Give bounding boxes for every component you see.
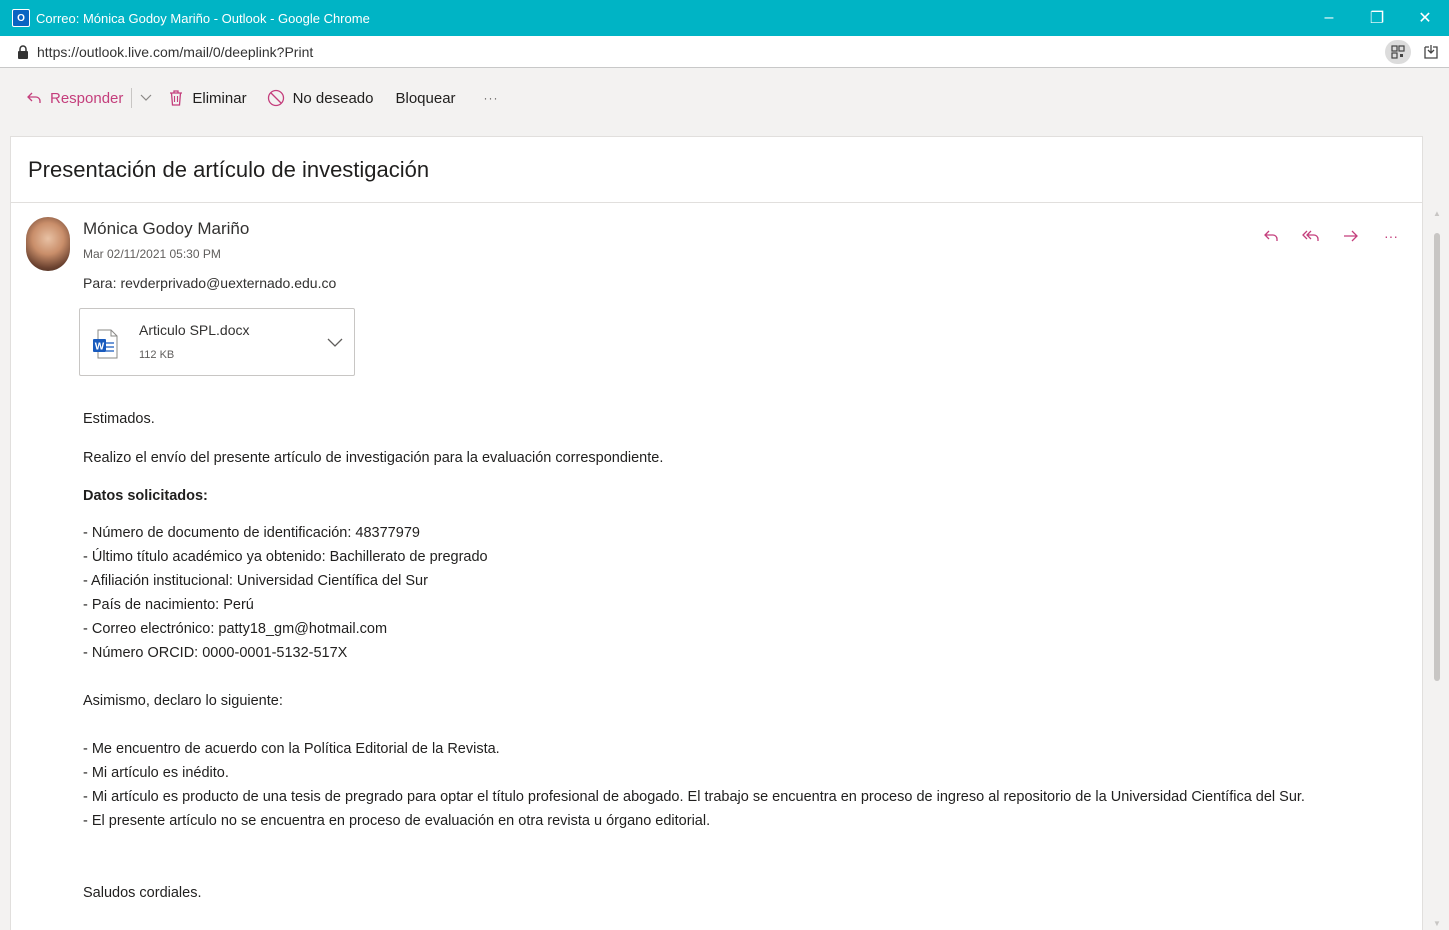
lock-icon <box>17 44 29 59</box>
window-title: Correo: Mónica Godoy Mariño - Outlook - … <box>36 10 370 26</box>
command-bar: Responder Eliminar No deseado Bloquear ·… <box>0 69 1449 127</box>
word-file-icon: W <box>92 329 118 359</box>
svg-text:W: W <box>95 342 105 353</box>
scroll-down-icon[interactable]: ▼ <box>1433 919 1441 928</box>
data-item: - Número ORCID: 0000-0001-5132-517X <box>83 645 348 661</box>
window-controls: – ❐ ✕ <box>1305 0 1449 36</box>
declare-item: - Mi artículo es producto de una tesis d… <box>83 789 1305 805</box>
scrollbar[interactable]: ▲ ▼ <box>1430 205 1444 930</box>
message-card: Presentación de artículo de investigació… <box>10 136 1423 930</box>
greeting-text: Estimados. <box>83 411 155 427</box>
sender-name[interactable]: Mónica Godoy Mariño <box>83 219 249 239</box>
data-heading: Datos solicitados: <box>83 488 208 504</box>
message-actions: ··· <box>1260 225 1402 247</box>
delete-label: Eliminar <box>192 89 247 107</box>
qr-code-icon[interactable] <box>1385 40 1411 64</box>
attachment-name: Articulo SPL.docx <box>139 322 250 338</box>
declare-item: - Mi artículo es inédito. <box>83 765 229 781</box>
intro-text: Realizo el envío del presente artículo d… <box>83 450 664 466</box>
scroll-up-icon[interactable]: ▲ <box>1433 209 1441 218</box>
url-text[interactable]: https://outlook.live.com/mail/0/deeplink… <box>37 44 313 60</box>
data-item: - País de nacimiento: Perú <box>83 597 254 613</box>
data-item: - Número de documento de identificación:… <box>83 525 420 541</box>
close-button[interactable]: ✕ <box>1401 0 1449 36</box>
to-label: Para: <box>83 275 117 291</box>
reply-button[interactable]: Responder <box>26 90 123 107</box>
install-app-icon[interactable] <box>1421 42 1441 62</box>
junk-button[interactable]: No deseado <box>267 89 374 107</box>
block-label: Bloquear <box>395 89 456 107</box>
message-date: Mar 02/11/2021 05:30 PM <box>83 247 221 261</box>
sender-avatar[interactable] <box>26 217 70 271</box>
address-bar: https://outlook.live.com/mail/0/deeplink… <box>0 36 1449 68</box>
more-options-icon[interactable]: ··· <box>484 91 499 105</box>
block-button[interactable]: Bloquear <box>395 90 455 107</box>
recipient-line: Para: revderprivado@uexternado.edu.co <box>83 275 336 291</box>
window-titlebar: O Correo: Mónica Godoy Mariño - Outlook … <box>0 0 1449 36</box>
reply-all-icon[interactable] <box>1300 225 1322 247</box>
chevron-down-icon[interactable] <box>326 333 344 351</box>
block-circle-icon <box>267 89 285 107</box>
data-item: - Correo electrónico: patty18_gm@hotmail… <box>83 621 388 637</box>
reply-label: Responder <box>50 89 124 107</box>
attachment-card[interactable]: W Articulo SPL.docx 112 KB <box>79 308 355 376</box>
trash-icon <box>168 89 184 107</box>
more-actions-icon[interactable]: ··· <box>1380 225 1402 247</box>
data-item: - Último título académico ya obtenido: B… <box>83 549 488 565</box>
junk-label: No deseado <box>292 89 374 107</box>
outlook-app-icon: O <box>12 9 30 27</box>
forward-icon[interactable] <box>1340 225 1362 247</box>
declare-heading: Asimismo, declaro lo siguiente: <box>83 693 283 709</box>
closing-text: Saludos cordiales. <box>83 885 202 901</box>
data-item: - Afiliación institucional: Universidad … <box>83 573 428 589</box>
attachment-size: 112 KB <box>139 349 175 361</box>
declare-item: - Me encuentro de acuerdo con la Polític… <box>83 741 500 757</box>
message-subject: Presentación de artículo de investigació… <box>11 137 1422 203</box>
minimize-button[interactable]: – <box>1305 0 1353 36</box>
restore-button[interactable]: ❐ <box>1353 0 1401 36</box>
declare-item: - El presente artículo no se encuentra e… <box>83 813 711 829</box>
toolbar-divider <box>131 88 133 108</box>
reply-options-chevron-icon[interactable] <box>140 91 152 105</box>
reply-icon[interactable] <box>1260 225 1282 247</box>
scrollbar-thumb[interactable] <box>1434 233 1440 681</box>
recipient-address[interactable]: revderprivado@uexternado.edu.co <box>120 275 336 291</box>
reply-icon <box>26 90 42 106</box>
delete-button[interactable]: Eliminar <box>168 89 247 107</box>
